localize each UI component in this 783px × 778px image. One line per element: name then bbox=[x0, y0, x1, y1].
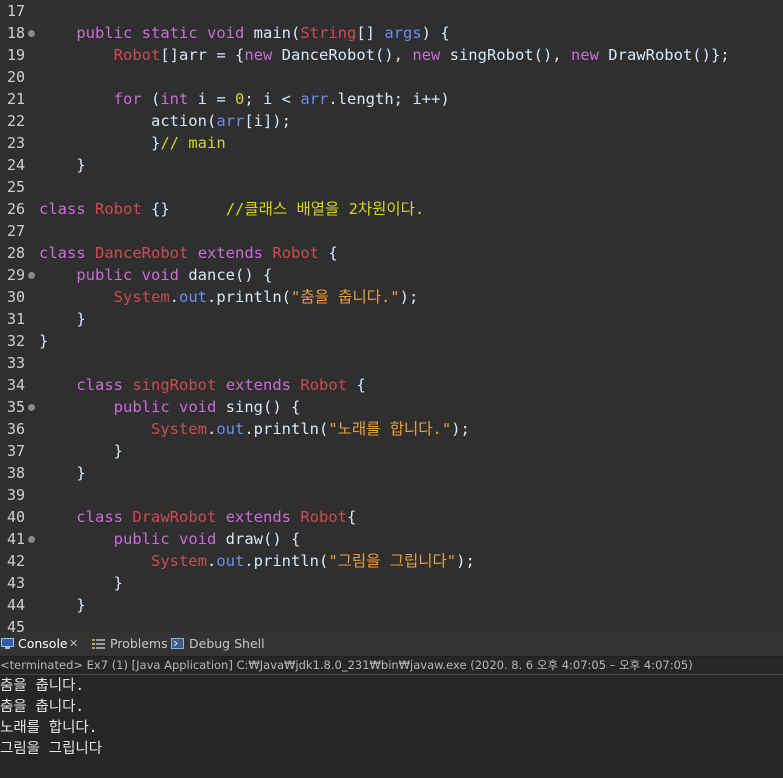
code-text: action(arr[i]); bbox=[39, 112, 291, 130]
code-line[interactable]: 37 } bbox=[0, 440, 783, 462]
line-number: 45 bbox=[7, 618, 26, 632]
code-text: public void draw() { bbox=[113, 530, 301, 548]
line-number: 25 bbox=[7, 178, 26, 196]
line-number: 26 bbox=[7, 200, 26, 218]
code-text: Robot[]arr = {new DanceRobot(), new sing… bbox=[113, 46, 730, 64]
code-line[interactable]: 24 } bbox=[0, 154, 783, 176]
line-number: 44 bbox=[7, 596, 26, 614]
code-line[interactable]: 18 public static void main(String[] args… bbox=[0, 22, 783, 44]
code-text: } bbox=[39, 310, 86, 328]
line-number: 28 bbox=[7, 244, 26, 262]
debug-shell-icon bbox=[171, 638, 184, 649]
line-number: 27 bbox=[7, 222, 26, 240]
code-text: } bbox=[39, 332, 49, 350]
code-text: } bbox=[39, 156, 86, 174]
console-tab-bar: Console ✕ Problems Debug Shell bbox=[0, 632, 783, 657]
code-line[interactable]: 34 class singRobot extends Robot { bbox=[0, 374, 783, 396]
console-output-line: 그림을 그립니다 bbox=[0, 741, 103, 757]
code-text: System.out.println("춤을 춥니다."); bbox=[113, 288, 419, 306]
line-number: 30 bbox=[7, 288, 26, 306]
code-line[interactable]: 39 bbox=[0, 484, 783, 506]
line-number: 43 bbox=[7, 574, 26, 592]
code-text: class singRobot extends Robot { bbox=[76, 376, 366, 394]
code-line[interactable]: 23 }// main bbox=[0, 132, 783, 154]
code-text: class DrawRobot extends Robot{ bbox=[76, 508, 357, 526]
fold-toggle-icon[interactable] bbox=[28, 30, 35, 37]
code-line[interactable]: 19 Robot[]arr = {new DanceRobot(), new s… bbox=[0, 44, 783, 66]
code-text: } bbox=[39, 574, 123, 592]
console-icon bbox=[1, 638, 14, 649]
code-line[interactable]: 29 public void dance() { bbox=[0, 264, 783, 286]
code-line[interactable]: 17 bbox=[0, 0, 783, 22]
line-number: 34 bbox=[7, 376, 26, 394]
code-line[interactable]: 21 for (int i = 0; i < arr.length; i++) bbox=[0, 88, 783, 110]
code-line[interactable]: 28 class DanceRobot extends Robot { bbox=[0, 242, 783, 264]
code-line[interactable]: 38 } bbox=[0, 462, 783, 484]
code-line[interactable]: 22 action(arr[i]); bbox=[0, 110, 783, 132]
line-number: 37 bbox=[7, 442, 26, 460]
code-line[interactable]: 36 System.out.println("노래를 합니다."); bbox=[0, 418, 783, 440]
fold-toggle-icon[interactable] bbox=[28, 536, 35, 543]
line-number: 38 bbox=[7, 464, 26, 482]
tab-console-close-icon[interactable]: ✕ bbox=[69, 632, 78, 656]
code-line[interactable]: 44 } bbox=[0, 594, 783, 616]
code-line[interactable]: 25 bbox=[0, 176, 783, 198]
code-text: class Robot {} //클래스 배열을 2차원이다. bbox=[39, 200, 425, 218]
tab-console-label: Console bbox=[18, 636, 68, 651]
console-output-line: 춤을 춥니다. bbox=[0, 699, 85, 715]
code-line[interactable]: 33 bbox=[0, 352, 783, 374]
line-number: 40 bbox=[7, 508, 26, 526]
line-number: 39 bbox=[7, 486, 26, 504]
code-text: System.out.println("그림을 그립니다"); bbox=[150, 552, 475, 570]
code-line[interactable]: 43 } bbox=[0, 572, 783, 594]
tab-debug-shell-label: Debug Shell bbox=[189, 636, 265, 651]
problems-icon bbox=[92, 639, 105, 649]
line-number: 32 bbox=[7, 332, 26, 350]
code-text: public void dance() { bbox=[76, 266, 273, 284]
line-number: 23 bbox=[7, 134, 26, 152]
line-number: 31 bbox=[7, 310, 26, 328]
line-number: 33 bbox=[7, 354, 26, 372]
code-line[interactable]: 32} bbox=[0, 330, 783, 352]
code-line[interactable]: 30 System.out.println("춤을 춥니다."); bbox=[0, 286, 783, 308]
line-number: 21 bbox=[7, 90, 26, 108]
code-line[interactable]: 20 bbox=[0, 66, 783, 88]
code-text: }// main bbox=[39, 134, 226, 152]
code-text: System.out.println("노래를 합니다."); bbox=[150, 420, 470, 438]
code-text: } bbox=[39, 442, 123, 460]
console-panel: Console ✕ Problems Debug Shell <terminat… bbox=[0, 632, 783, 778]
code-line[interactable]: 45 bbox=[0, 616, 783, 632]
console-output-line: 춤을 춥니다. bbox=[0, 678, 85, 694]
code-text: class DanceRobot extends Robot { bbox=[39, 244, 338, 262]
code-text: public void sing() { bbox=[113, 398, 301, 416]
line-number: 17 bbox=[7, 2, 26, 20]
console-output: 춤을 춥니다. 춤을 춥니다. 노래를 합니다. 그림을 그립니다 bbox=[0, 676, 102, 760]
fold-toggle-icon[interactable] bbox=[28, 272, 35, 279]
line-number: 19 bbox=[7, 46, 26, 64]
line-number: 36 bbox=[7, 420, 26, 438]
line-number: 24 bbox=[7, 156, 26, 174]
code-line[interactable]: 31 } bbox=[0, 308, 783, 330]
code-line[interactable]: 27 bbox=[0, 220, 783, 242]
code-text: } bbox=[39, 596, 86, 614]
code-line[interactable]: 40 class DrawRobot extends Robot{ bbox=[0, 506, 783, 528]
fold-toggle-icon[interactable] bbox=[28, 404, 35, 411]
line-number: 20 bbox=[7, 68, 26, 86]
line-number: 42 bbox=[7, 552, 26, 570]
code-text: for (int i = 0; i < arr.length; i++) bbox=[113, 90, 450, 108]
code-text: } bbox=[39, 464, 86, 482]
code-line[interactable]: 35 public void sing() { bbox=[0, 396, 783, 418]
code-text: public static void main(String[] args) { bbox=[76, 24, 450, 42]
tab-problems-label: Problems bbox=[110, 636, 168, 651]
code-line[interactable]: 26 class Robot {} //클래스 배열을 2차원이다. bbox=[0, 198, 783, 220]
code-editor[interactable]: 17 18 public static void main(String[] ar… bbox=[0, 0, 783, 632]
line-number: 22 bbox=[7, 112, 26, 130]
console-status-line: <terminated> Ex7 (1) [Java Application] … bbox=[0, 656, 783, 675]
code-line[interactable]: 41 public void draw() { bbox=[0, 528, 783, 550]
code-line[interactable]: 42 System.out.println("그림을 그립니다"); bbox=[0, 550, 783, 572]
console-output-line: 노래를 합니다. bbox=[0, 720, 98, 736]
